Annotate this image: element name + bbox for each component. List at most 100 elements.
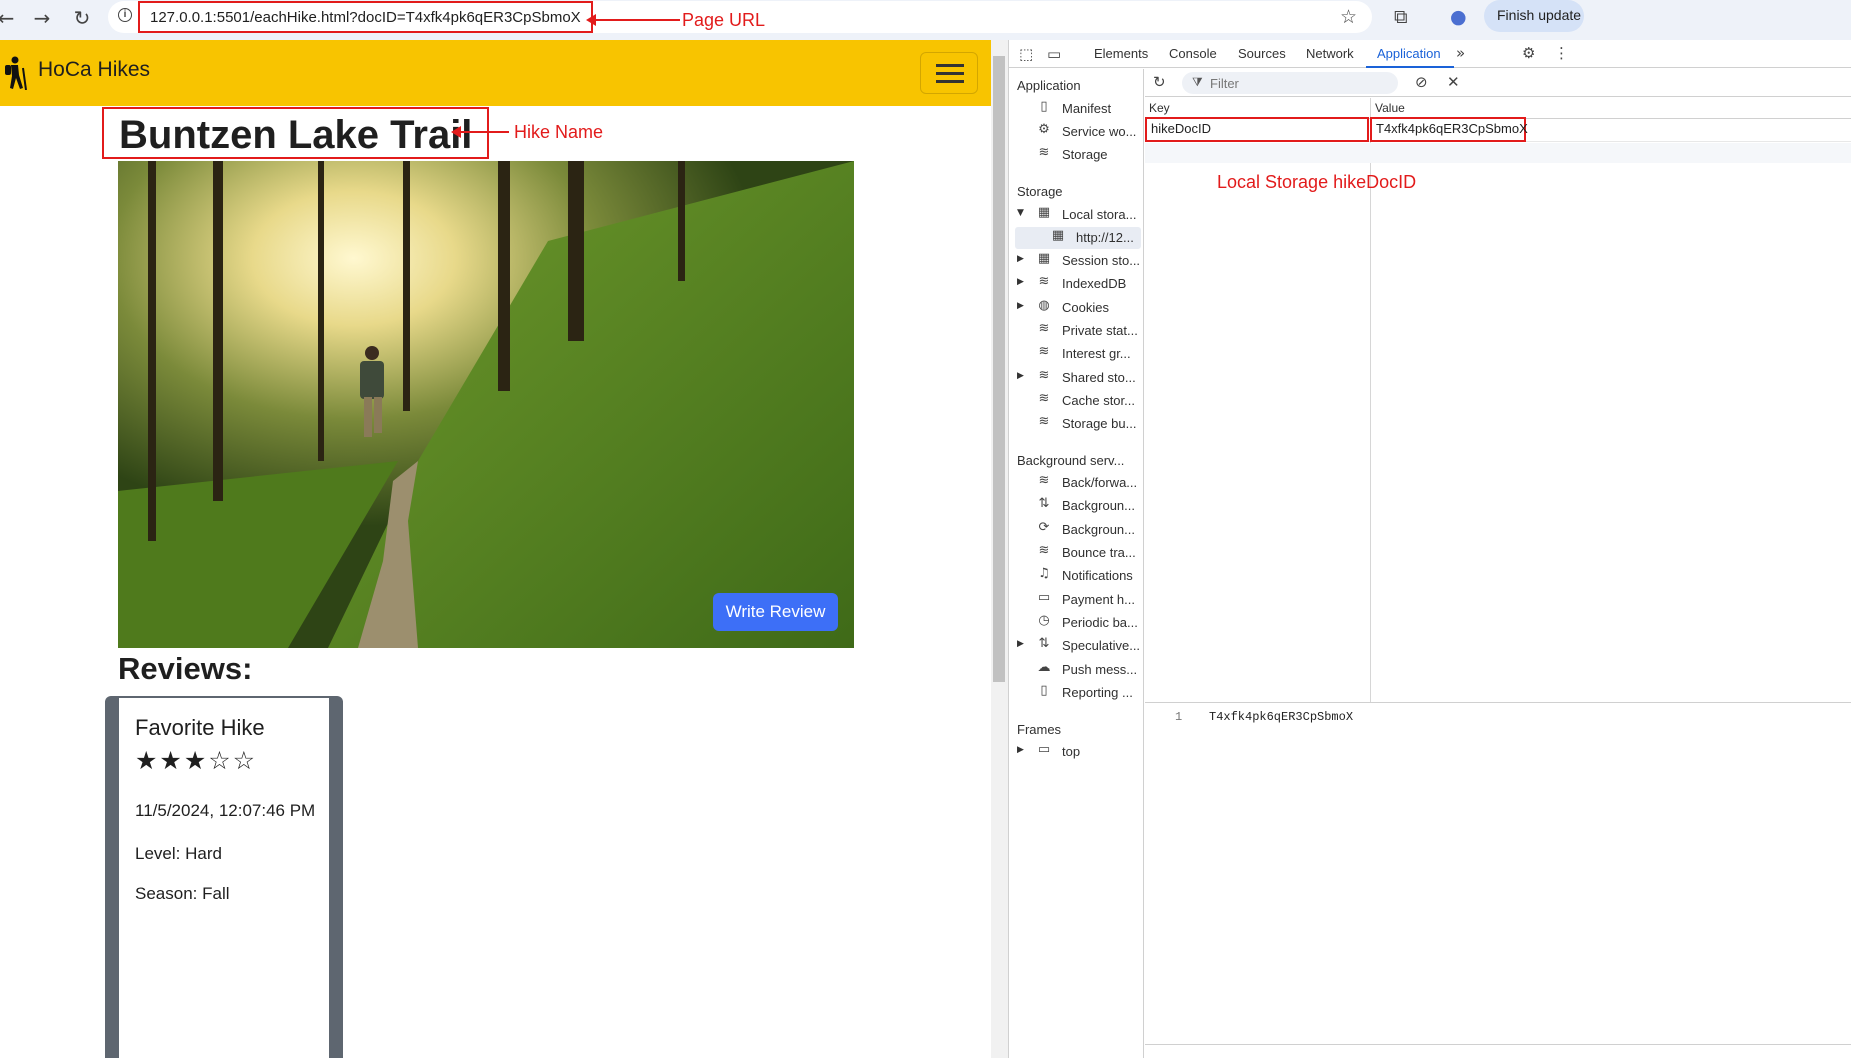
table-icon: ▦ (1037, 205, 1051, 220)
sidebar-item-local-origin[interactable]: ▦ http://12... (1015, 227, 1141, 249)
filter-input[interactable]: ⧩ Filter (1182, 72, 1398, 94)
database-icon: ≋ (1038, 344, 1050, 359)
collapsed-triangle-icon: ▶ (1017, 639, 1024, 649)
sync-icon: ⟳ (1038, 520, 1050, 535)
hike-name-arrow (451, 126, 509, 138)
cookie-icon: ◍ (1038, 298, 1050, 313)
sidebar-item-private-state[interactable]: ≋ Private stat... (1017, 320, 1141, 342)
more-tabs-icon[interactable]: » (1456, 44, 1465, 62)
sidebar-item-periodic-sync[interactable]: ◷ Periodic ba... (1017, 612, 1141, 634)
sidebar-item-indexeddb[interactable]: ▶ ≋ IndexedDB (1017, 273, 1141, 295)
credit-card-icon: ▭ (1037, 590, 1051, 605)
sidebar-item-session-storage[interactable]: ▶ ▦ Session sto... (1017, 250, 1141, 272)
section-application: Application (1017, 78, 1081, 93)
sidebar-item-speculative-loads[interactable]: ▶ ⇅ Speculative... (1017, 635, 1141, 657)
sidebar-item-cookies[interactable]: ▶ ◍ Cookies (1017, 297, 1141, 319)
hike-title: Buntzen Lake Trail (102, 107, 490, 159)
document-icon: ▯ (1040, 99, 1048, 114)
database-icon: ≋ (1038, 368, 1050, 383)
profile-avatar-icon[interactable]: ● (1450, 6, 1467, 28)
tab-network[interactable]: Network (1306, 46, 1354, 61)
site-info-icon[interactable]: i (118, 8, 132, 22)
tab-application[interactable]: Application (1377, 46, 1441, 61)
hike-image: Write Review (118, 161, 854, 648)
page-scrollbar[interactable] (991, 40, 1008, 1058)
sidebar-item-storage[interactable]: ≋ Storage (1017, 144, 1141, 166)
section-storage: Storage (1017, 184, 1063, 199)
tab-elements[interactable]: Elements (1094, 46, 1148, 61)
settings-gear-icon[interactable]: ⚙ (1522, 44, 1535, 62)
url-text[interactable]: 127.0.0.1:5501/eachHike.html?docID=T4xfk… (138, 1, 593, 33)
cloud-icon: ☁ (1037, 660, 1051, 675)
review-season: Season: Fall (135, 884, 230, 903)
sidebar-item-cache-storage[interactable]: ≋ Cache stor... (1017, 390, 1141, 412)
tab-sources[interactable]: Sources (1238, 46, 1286, 61)
navbar-toggle-button[interactable] (920, 52, 978, 94)
brand-name[interactable]: HoCa Hikes (38, 58, 150, 82)
sidebar-item-notifications[interactable]: ♫ Notifications (1017, 565, 1141, 587)
sidebar-item-payment-handler[interactable]: ▭ Payment h... (1017, 589, 1141, 611)
review-date: 11/5/2024, 12:07:46 PM (135, 801, 316, 820)
sidebar-item-back-forward-cache[interactable]: ≋ Back/forwa... (1017, 472, 1141, 494)
write-review-button[interactable]: Write Review (713, 593, 838, 631)
page-url-arrow (586, 14, 680, 26)
hiker-logo-icon[interactable] (2, 56, 28, 90)
database-icon: ≋ (1038, 473, 1050, 488)
sidebar-item-background-fetch[interactable]: ⇅ Backgroun... (1017, 495, 1141, 517)
filter-funnel-icon: ⧩ (1192, 75, 1203, 89)
clock-icon: ◷ (1038, 613, 1050, 628)
column-key-header[interactable]: Key (1149, 101, 1170, 115)
extensions-icon[interactable]: ⧉ (1394, 6, 1408, 28)
sidebar-item-shared-storage[interactable]: ▶ ≋ Shared sto... (1017, 367, 1141, 389)
sidebar-item-service-workers[interactable]: ⚙ Service wo... (1017, 121, 1141, 143)
reload-icon[interactable]: ↻ (70, 5, 94, 31)
sidebar-item-interest-groups[interactable]: ≋ Interest gr... (1017, 343, 1141, 365)
hike-name-annotation: Hike Name (514, 122, 604, 142)
column-value-header[interactable]: Value (1375, 101, 1405, 115)
sidebar-item-background-sync[interactable]: ⟳ Backgroun... (1017, 519, 1141, 541)
scroll-thumb[interactable] (993, 56, 1005, 682)
database-icon: ≋ (1038, 321, 1050, 336)
window-icon: ▭ (1037, 742, 1051, 757)
reviews-heading: Reviews: (118, 651, 253, 686)
more-options-icon[interactable]: ⋮ (1554, 44, 1569, 62)
table-icon: ▦ (1051, 228, 1065, 243)
storage-key-cell[interactable]: hikeDocID (1145, 117, 1369, 142)
preview-divider[interactable] (1145, 702, 1851, 703)
site-navbar: HoCa Hikes (0, 40, 991, 106)
bookmark-star-icon[interactable]: ☆ (1340, 6, 1357, 28)
bell-icon: ♫ (1038, 566, 1050, 581)
sidebar-item-push-messaging[interactable]: ☁ Push mess... (1017, 659, 1141, 681)
web-page: HoCa Hikes Buntzen Lake Trail Write Revi… (0, 40, 991, 1058)
database-icon: ≋ (1038, 543, 1050, 558)
hike-photo (118, 161, 854, 648)
clear-all-icon[interactable]: ⊘ (1415, 73, 1428, 91)
sidebar-item-reporting-api[interactable]: ▯ Reporting ... (1017, 682, 1141, 704)
sidebar-item-storage-buckets[interactable]: ≋ Storage bu... (1017, 413, 1141, 435)
storage-value-cell[interactable]: T4xfk4pk6qER3CpSbmoX (1370, 117, 1528, 142)
collapsed-triangle-icon: ▶ (1017, 277, 1024, 287)
collapsed-triangle-icon: ▶ (1017, 301, 1024, 311)
browser-toolbar: ← → ↻ i 127.0.0.1:5501/eachHike.html?doc… (0, 0, 1851, 40)
review-star-rating: ★★★☆☆ (135, 746, 258, 775)
sidebar-item-bounce-tracking[interactable]: ≋ Bounce tra... (1017, 542, 1141, 564)
delete-selected-icon[interactable]: ✕ (1447, 73, 1460, 91)
sidebar-item-frame-top[interactable]: ▶ ▭ top (1017, 741, 1141, 763)
up-down-arrows-icon: ⇅ (1038, 636, 1050, 651)
inspect-element-icon[interactable]: ⬚ (1019, 45, 1033, 63)
bottom-divider (1145, 1044, 1851, 1045)
preview-value: T4xfk4pk6qER3CpSbmoX (1209, 710, 1354, 724)
gears-icon: ⚙ (1038, 122, 1050, 137)
review-level: Level: Hard (135, 844, 222, 863)
table-row[interactable]: hikeDocID T4xfk4pk6qER3CpSbmoX (1145, 117, 1851, 142)
sidebar-item-manifest[interactable]: ▯ Manifest (1017, 98, 1141, 120)
document-icon: ▯ (1040, 683, 1048, 698)
sidebar-item-local-storage[interactable]: ▼ ▦ Local stora... (1017, 204, 1141, 226)
finish-update-button[interactable]: Finish update (1484, 0, 1584, 32)
back-icon[interactable]: ← (0, 5, 18, 31)
forward-icon[interactable]: → (30, 5, 54, 31)
refresh-icon[interactable]: ↻ (1153, 73, 1166, 91)
device-toolbar-icon[interactable]: ▭ (1047, 45, 1061, 63)
tab-console[interactable]: Console (1169, 46, 1217, 61)
active-tab-underline (1366, 66, 1454, 68)
